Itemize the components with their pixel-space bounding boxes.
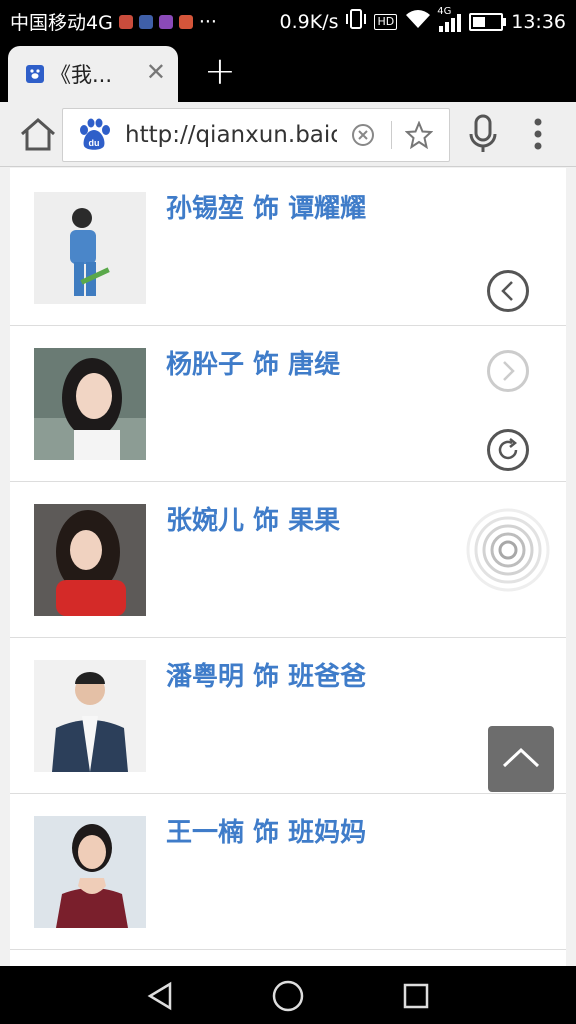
cast-item[interactable]: 王一楠 饰 班妈妈: [10, 793, 566, 950]
tab-bar: 《我... ✕ +: [0, 40, 576, 102]
address-bar[interactable]: du http://qianxun.baic: [62, 108, 450, 162]
cast-photo[interactable]: [34, 816, 146, 928]
refresh-button[interactable]: [487, 429, 529, 471]
cast-item[interactable]: 潘粤明 饰 班爸爸: [10, 637, 566, 794]
nav-back-button[interactable]: [144, 980, 176, 1012]
floating-assist-button[interactable]: [464, 506, 552, 594]
network-speed: 0.9K/s: [279, 10, 339, 33]
app-notification-icon: [158, 14, 173, 29]
status-bar: 中国移动4G ··· 0.9K/s HD 4G 13:36: [0, 0, 576, 40]
nav-recents-button[interactable]: [402, 982, 430, 1010]
cast-item[interactable]: 杨肸子 饰 唐缇: [10, 325, 566, 482]
more-notifications-icon: ···: [198, 10, 217, 33]
hd-voice-badge: HD: [374, 13, 398, 30]
baidu-site-icon: du: [77, 118, 111, 152]
tab-title: 《我...: [50, 63, 113, 87]
url-text[interactable]: http://qianxun.baic: [125, 122, 337, 148]
voice-search-button[interactable]: [468, 114, 498, 154]
cast-photo[interactable]: [34, 192, 146, 304]
chevron-up-icon: [502, 747, 540, 768]
nav-home-button[interactable]: [271, 979, 305, 1013]
battery-fill: [473, 16, 486, 27]
microphone-icon: [469, 114, 497, 152]
chevron-left-icon: [501, 281, 513, 301]
carrier-label: 中国移动4G: [10, 12, 113, 34]
triangle-back-icon: [147, 981, 172, 1011]
wifi-icon: [405, 9, 431, 34]
app-notification-icon: [178, 14, 193, 29]
system-nav-bar: [0, 966, 576, 1024]
clock: 13:36: [511, 10, 566, 33]
cast-name-link[interactable]: 杨肸子 饰 唐缇: [166, 344, 340, 381]
svg-text:du: du: [89, 138, 100, 148]
cast-name-link[interactable]: 王一楠 饰 班妈妈: [166, 812, 366, 849]
app-notification-icon: [118, 14, 133, 29]
app-notification-icon: [138, 14, 153, 29]
browser-toolbar: du http://qianxun.baic: [0, 102, 576, 167]
status-right: 0.9K/s HD 4G 13:36: [279, 6, 567, 35]
more-vert-icon: [534, 118, 542, 150]
browser-tab[interactable]: 《我... ✕: [8, 46, 178, 102]
overflow-menu-button[interactable]: [528, 116, 548, 156]
cast-photo[interactable]: [34, 660, 146, 772]
scroll-to-top-button[interactable]: [488, 726, 554, 792]
forward-button[interactable]: [487, 350, 529, 392]
cast-name-link[interactable]: 张婉儿 饰 果果: [166, 500, 340, 537]
network-type: 4G: [437, 5, 452, 17]
cast-photo[interactable]: [34, 348, 146, 460]
refresh-icon: [498, 438, 518, 460]
cast-name-link[interactable]: 潘粤明 饰 班爸爸: [166, 656, 366, 693]
bookmark-star-icon[interactable]: [404, 120, 434, 150]
vibrate-icon: [346, 8, 367, 35]
clear-url-icon[interactable]: [351, 123, 375, 147]
cast-photo[interactable]: [34, 504, 146, 616]
tab-favicon-icon: [26, 65, 44, 83]
status-left: 中国移动4G ···: [10, 8, 217, 35]
circle-home-icon: [272, 980, 304, 1012]
assist-ring-icon: [466, 508, 550, 592]
home-icon: [21, 118, 55, 151]
url-divider: [391, 121, 392, 149]
signal-icon: 4G: [437, 6, 462, 32]
new-tab-button[interactable]: +: [204, 52, 236, 90]
cast-item[interactable]: 孙锡堃 饰 谭耀耀: [10, 168, 566, 326]
square-recents-icon: [403, 983, 429, 1009]
battery-icon: [469, 12, 507, 31]
cast-name-link[interactable]: 孙锡堃 饰 谭耀耀: [166, 188, 366, 225]
home-button[interactable]: [18, 116, 58, 152]
tab-close-icon[interactable]: ✕: [146, 60, 166, 84]
back-button[interactable]: [487, 270, 529, 312]
chevron-right-icon: [503, 361, 515, 381]
